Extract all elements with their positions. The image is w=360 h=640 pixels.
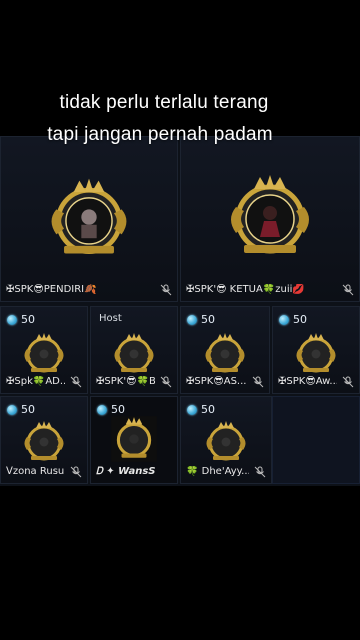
coin-count: 50 — [201, 313, 215, 326]
seat-name: Ꭰ ✦ WansS... — [96, 466, 155, 477]
diamond-coin-icon — [279, 314, 289, 325]
crown-lion-crest-icon — [201, 417, 251, 467]
diamond-coin-icon — [97, 404, 107, 415]
seat-r3-2[interactable]: 50 Ꭰ ✦ WansS... — [90, 396, 178, 484]
diamond-coin-icon — [187, 404, 197, 415]
seat-name: ✠Spk🍀AD... — [6, 376, 65, 387]
mic-off-icon — [342, 376, 354, 388]
coin-count: 50 — [201, 403, 215, 416]
seat-r3-1[interactable]: 50 ᐯzona Rusuh ... — [0, 396, 88, 484]
seat-founder[interactable]: ✠SPK😎PENDIRI🍂 — [0, 136, 178, 302]
seat-name: ✠SPK'😎 KETUA🍀zuii💋 — [186, 284, 305, 295]
seat-r3-3[interactable]: 50 🍀 Dhe'Ayy... — [180, 396, 272, 484]
crown-lion-crest-icon — [291, 329, 341, 379]
mic-off-icon — [160, 376, 172, 388]
seat-r2-1[interactable]: 50 ✠Spk🍀AD... — [0, 306, 88, 394]
diamond-coin-icon — [7, 404, 17, 415]
crown-lion-crest-icon — [41, 171, 137, 267]
seat-name: ✠SPK😎PENDIRI🍂 — [6, 284, 97, 295]
coin-count: 50 — [21, 313, 35, 326]
caption-line-2: tapi jangan pernah padam — [47, 124, 273, 145]
crown-lion-crest-icon — [108, 413, 160, 465]
crown-lion-crest-icon — [109, 329, 159, 379]
diamond-coin-icon — [7, 314, 17, 325]
mic-off-icon — [254, 466, 266, 478]
mic-off-icon — [252, 376, 264, 388]
coin-badge: 50 — [279, 313, 307, 326]
crown-lion-crest-icon — [200, 329, 250, 379]
seat-name: ✠SPK😎AS... — [186, 376, 247, 387]
crown-lion-crest-icon — [19, 417, 69, 467]
seat-name: 🍀 Dhe'Ayy... — [186, 466, 249, 477]
coin-badge: 50 — [7, 313, 35, 326]
diamond-coin-icon — [187, 314, 197, 325]
voice-room-seat-grid: ✠SPK😎PENDIRI🍂 ✠SPK'😎 KETUA🍀zuii💋 50 ✠Spk… — [0, 136, 360, 486]
coin-count: 50 — [21, 403, 35, 416]
seat-r3-4-empty[interactable] — [272, 396, 360, 484]
crown-lion-crest-icon — [19, 329, 69, 379]
coin-badge: 50 — [187, 313, 215, 326]
seat-name: ✠SPK'😎🍀BU... — [96, 376, 155, 387]
seat-leader[interactable]: ✠SPK'😎 KETUA🍀zuii💋 — [180, 136, 360, 302]
seat-name: ✠SPK😎Aw... — [278, 376, 337, 387]
mic-off-icon — [342, 284, 354, 296]
host-label: Host — [99, 313, 122, 324]
seat-r2-3[interactable]: 50 ✠SPK😎AS... — [180, 306, 270, 394]
seat-r2-4[interactable]: 50 ✠SPK😎Aw... — [272, 306, 360, 394]
coin-badge: 50 — [7, 403, 35, 416]
seat-r2-host[interactable]: Host ✠SPK'😎🍀BU... — [90, 306, 178, 394]
mic-off-icon — [70, 376, 82, 388]
coin-count: 50 — [293, 313, 307, 326]
caption-line-1: tidak perlu terlalu terang — [59, 92, 269, 113]
coin-badge: 50 — [187, 403, 215, 416]
mic-off-icon — [160, 284, 172, 296]
mic-off-icon — [70, 466, 82, 478]
crown-lion-crest-icon — [220, 167, 320, 267]
seat-name: ᐯzona Rusuh ... — [6, 466, 65, 477]
